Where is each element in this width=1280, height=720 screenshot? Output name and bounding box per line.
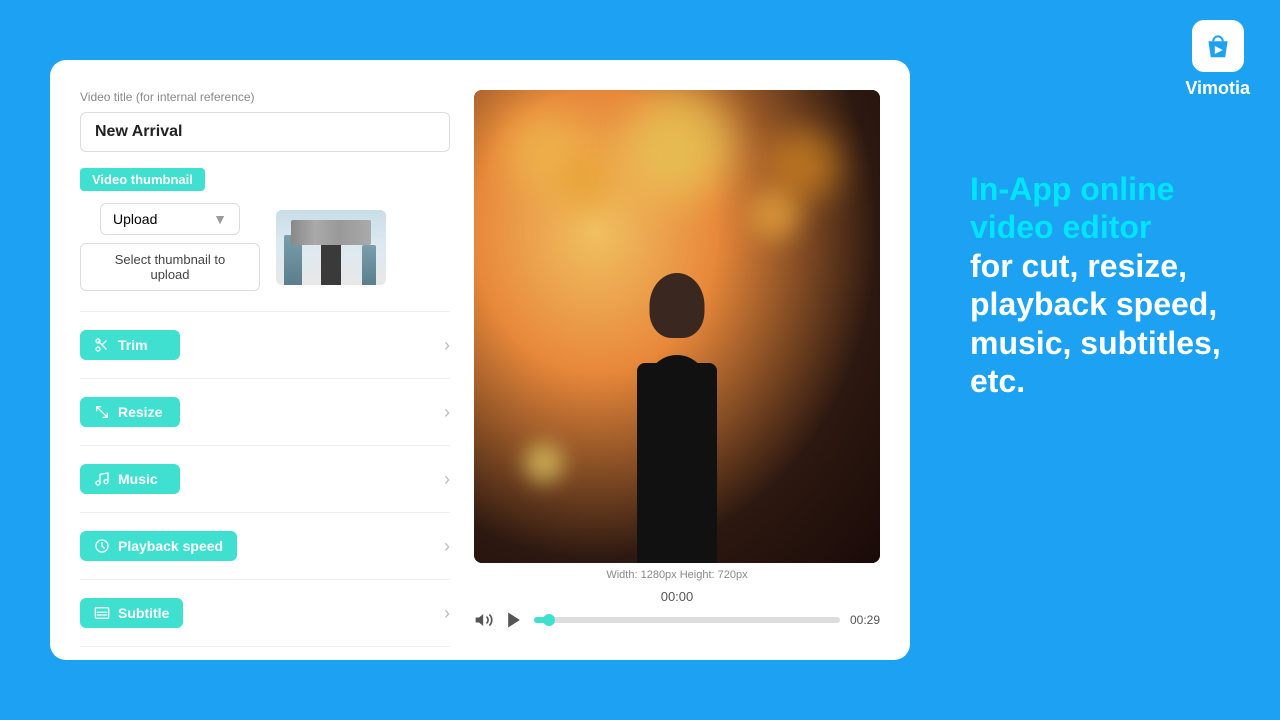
- playback-speed-row[interactable]: Playback speed ›: [80, 521, 450, 571]
- tagline-line2: video editor: [970, 209, 1151, 245]
- trim-row[interactable]: Trim ›: [80, 320, 450, 370]
- trim-chevron-icon: ›: [444, 335, 450, 356]
- resize-chevron-icon: ›: [444, 402, 450, 423]
- thumbnail-section-label: Video thumbnail: [80, 168, 205, 191]
- music-row[interactable]: Music ›: [80, 454, 450, 504]
- chevron-down-icon: ▼: [213, 211, 227, 227]
- left-panel: Video title (for internal reference) Vid…: [80, 90, 450, 630]
- controls-row: 00:29: [474, 610, 880, 630]
- video-title-label: Video title (for internal reference): [80, 90, 450, 104]
- trim-button[interactable]: Trim: [80, 330, 180, 360]
- video-title-input[interactable]: [80, 112, 450, 152]
- divider-1: [80, 311, 450, 312]
- logo-area: Vimotia: [1185, 20, 1250, 99]
- person-silhouette: [637, 363, 717, 563]
- right-panel: Width: 1280px Height: 720px 00:00: [474, 90, 880, 630]
- video-caption: Width: 1280px Height: 720px: [606, 569, 747, 581]
- resize-icon: [94, 404, 110, 420]
- upload-select: Upload ▼ Select thumbnail to upload: [80, 203, 260, 291]
- divider-2: [80, 378, 450, 379]
- play-button[interactable]: [504, 610, 524, 630]
- divider-6: [80, 646, 450, 647]
- tagline-line3: for cut, resize,: [970, 247, 1250, 285]
- volume-button[interactable]: [474, 610, 494, 630]
- tagline-area: In-App online video editor for cut, resi…: [970, 170, 1250, 400]
- subtitle-row[interactable]: Subtitle ›: [80, 588, 450, 638]
- tagline-line5: music, subtitles,: [970, 324, 1250, 362]
- logo-icon: [1192, 20, 1244, 72]
- thumbnail-row: Upload ▼ Select thumbnail to upload: [80, 203, 450, 291]
- music-icon: [94, 471, 110, 487]
- scissors-icon: [94, 337, 110, 353]
- subtitle-icon: [94, 605, 110, 621]
- upload-option-label: Upload: [113, 211, 157, 227]
- progress-bar[interactable]: [534, 617, 840, 623]
- volume-icon: [474, 610, 494, 630]
- logo-brand-text: Vimotia: [1185, 78, 1250, 99]
- video-controls: 00:00: [474, 589, 880, 630]
- tagline-line6: etc.: [970, 362, 1250, 400]
- play-icon: [504, 610, 524, 630]
- resize-row[interactable]: Resize ›: [80, 387, 450, 437]
- tagline-line4: playback speed,: [970, 285, 1250, 323]
- video-art: [474, 90, 880, 563]
- music-chevron-icon: ›: [444, 469, 450, 490]
- subtitle-chevron-icon: ›: [444, 603, 450, 624]
- video-container: [474, 90, 880, 563]
- current-time: 00:00: [474, 589, 880, 604]
- resize-button[interactable]: Resize: [80, 397, 180, 427]
- progress-fill: [534, 617, 549, 623]
- tagline-line1: In-App online: [970, 171, 1174, 207]
- divider-4: [80, 512, 450, 513]
- divider-3: [80, 445, 450, 446]
- playback-chevron-icon: ›: [444, 536, 450, 557]
- main-card: Video title (for internal reference) Vid…: [50, 60, 910, 660]
- thumbnail-preview: [276, 210, 386, 285]
- subtitle-button[interactable]: Subtitle: [80, 598, 183, 628]
- upload-dropdown[interactable]: Upload ▼: [100, 203, 240, 235]
- duration-display: 00:29: [850, 613, 880, 627]
- clock-icon: [94, 538, 110, 554]
- progress-thumb: [543, 614, 555, 626]
- playback-speed-button[interactable]: Playback speed: [80, 531, 237, 561]
- divider-5: [80, 579, 450, 580]
- music-button[interactable]: Music: [80, 464, 180, 494]
- select-thumbnail-button[interactable]: Select thumbnail to upload: [80, 243, 260, 291]
